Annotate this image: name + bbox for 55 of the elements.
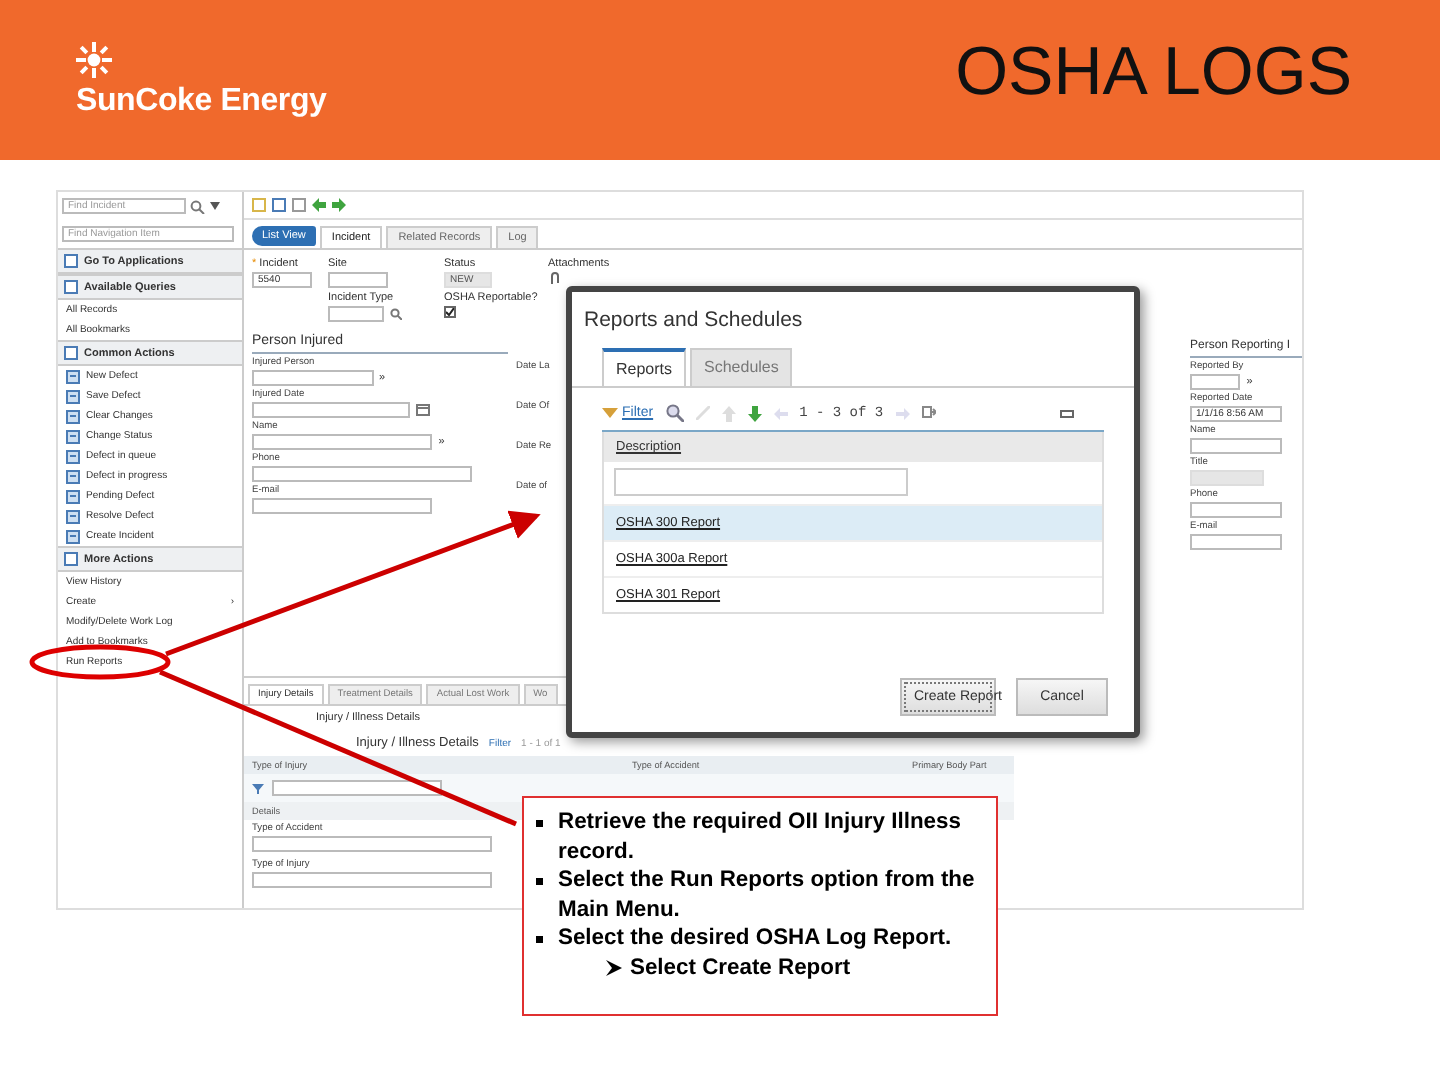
document-icon [66,469,80,483]
document-icon [66,489,80,503]
dialog-title: Reports and Schedules [582,306,805,336]
input-field[interactable] [252,434,433,450]
input-field[interactable] [252,498,433,514]
tab[interactable]: Schedules [690,348,793,386]
document-icon [66,389,80,403]
search-icon[interactable] [190,199,206,213]
download-icon[interactable] [921,406,936,420]
input-field[interactable] [252,370,373,386]
right-arrow-icon[interactable] [332,198,346,212]
funnel-icon[interactable] [602,408,618,418]
highlight-ellipse [29,644,171,680]
input-field[interactable] [328,306,384,322]
input-field[interactable] [252,402,411,418]
previous-icon[interactable] [773,407,788,419]
input-field[interactable] [1190,502,1282,518]
tab[interactable]: Reports [602,348,687,386]
slide-title: OSHA LOGS [955,33,1352,111]
input-field[interactable] [1190,438,1282,454]
input-field[interactable] [252,836,492,852]
document-icon [66,449,80,463]
calendar-icon[interactable] [416,404,431,416]
caret-icon[interactable] [210,202,220,210]
document-icon [66,509,80,523]
down-arrow-icon[interactable] [747,405,762,421]
up-arrow-icon[interactable] [721,405,736,421]
search-icon[interactable] [665,404,684,422]
instruction-text: Select Create Report [630,953,851,982]
funnel-icon[interactable] [252,783,264,793]
read-only-field [1190,470,1264,486]
document-icon [66,529,80,543]
next-icon[interactable] [895,407,910,419]
filter-field[interactable] [614,468,908,496]
left-arrow-icon[interactable] [312,198,326,212]
input-field[interactable] [1190,534,1282,550]
input-field[interactable] [252,872,492,888]
brand-name: SunCoke Energy [76,83,327,119]
instruction-text: Retrieve the required OII Injury Illness record. [558,808,963,866]
input-field[interactable] [328,272,388,288]
input-field[interactable] [1190,374,1241,390]
document-icon [66,409,80,423]
filter-field[interactable] [272,780,442,796]
document-icon [66,429,80,443]
document-icon [66,369,80,383]
input-field[interactable] [252,466,472,482]
search-icon[interactable] [390,308,402,320]
panel-icon [64,346,78,360]
minimize-icon[interactable] [1060,409,1074,417]
sun-icon [76,41,112,77]
eraser-icon[interactable] [695,406,710,420]
instruction-text: Select the Run Reports option from the Main Menu. [558,866,977,924]
checkbox[interactable] [444,306,456,318]
instruction-text: Select the desired OSHA Log Report. [558,924,952,953]
panel-icon [64,552,78,566]
